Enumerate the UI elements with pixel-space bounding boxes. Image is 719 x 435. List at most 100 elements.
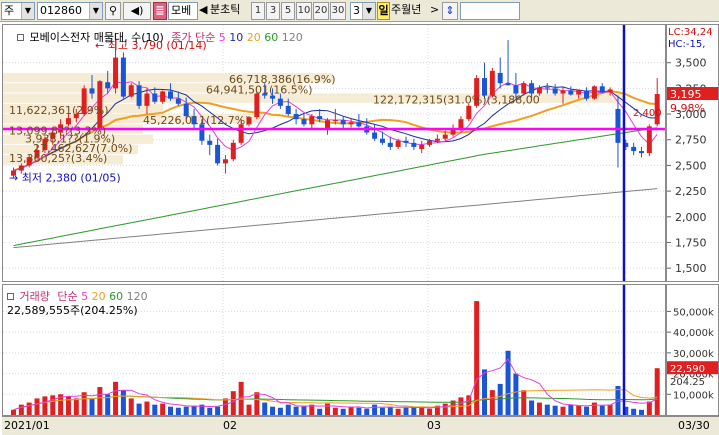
candle-body	[521, 83, 527, 94]
volume-tick-label: 10,000k	[673, 390, 714, 401]
volume-profile-label: 13,360,25?(3.4%)	[9, 152, 107, 165]
volume-bar	[364, 408, 370, 415]
checkmark-badge[interactable]: ≣	[153, 2, 167, 20]
interval-3[interactable]: 3	[266, 2, 280, 20]
chevron-down-icon[interactable]: ▼	[89, 3, 102, 19]
volume-bar	[356, 407, 362, 415]
interval-30[interactable]: 30	[330, 2, 346, 20]
interval-10[interactable]: 10	[296, 2, 312, 20]
price-axis[interactable]: 3,5003,2503,0002,7502,5002,2502,0001,750…	[667, 25, 718, 281]
candle-body	[607, 89, 613, 93]
volume-bar	[11, 409, 16, 415]
speaker-button[interactable]: ◀)	[123, 2, 151, 20]
volume-bar	[277, 407, 283, 415]
volume-bar	[482, 369, 487, 415]
period-group: 분초틱	[210, 2, 240, 20]
candle-body	[599, 86, 605, 93]
date-axis-bar[interactable]: 2021/01 02 03 03/30	[2, 416, 719, 435]
period-month-button[interactable]: 월	[401, 3, 411, 16]
chevron-down-icon[interactable]: ▼	[362, 3, 375, 19]
date-label-jan: 2021/01	[4, 419, 50, 432]
candle-body	[293, 114, 299, 120]
stock-code-value: 012860	[40, 4, 82, 17]
candle-body	[513, 85, 519, 94]
volume-bar	[646, 401, 652, 415]
volume-bar	[427, 408, 433, 415]
volume-bar	[262, 402, 268, 415]
candle-body	[207, 140, 213, 145]
candle-body	[584, 90, 590, 99]
candle-body	[442, 134, 448, 139]
legend-title: 모베이스전자 매물대, 수(10)	[29, 31, 164, 44]
volume-bar	[254, 392, 260, 415]
interval-select[interactable]: 3 ▼	[350, 2, 376, 20]
volume-bar	[576, 405, 582, 415]
volume-axis-panel[interactable]: 50,000k 40,000k 30,000k 20,000k 10,000k 22,59…	[666, 284, 719, 416]
search-button[interactable]: ⚲	[105, 2, 121, 20]
volume-bar	[136, 403, 142, 415]
period-minute[interactable]: 분	[210, 3, 220, 16]
period-tick[interactable]: 틱	[230, 3, 240, 16]
interval-1[interactable]: 1	[251, 2, 265, 20]
volume-bar	[529, 400, 535, 415]
date-label-mar: 03	[427, 419, 441, 432]
stock-name-field[interactable]: 모베	[168, 2, 198, 20]
candle-body	[168, 91, 173, 99]
price-tick-label: 1,500	[675, 262, 707, 275]
volume-chart-panel[interactable]: 거래량 단순 5 20 60 120 22,589,555주(204.25%)	[2, 284, 666, 416]
nav-left-button[interactable]: ◀	[199, 2, 209, 20]
candle-body	[128, 85, 134, 97]
volume-bar	[591, 402, 597, 415]
candle-body	[544, 87, 550, 89]
price-axis-panel[interactable]: 3,5003,2503,0002,7502,5002,2502,0001,750…	[666, 24, 719, 282]
price-tick-label: 3,500	[675, 57, 707, 70]
volume-bar	[128, 398, 134, 415]
candle-body	[497, 72, 503, 84]
volume-bar	[599, 405, 605, 415]
candle-body	[317, 116, 323, 120]
lc-label: LC:34,24	[668, 27, 713, 38]
period-second[interactable]: 초	[220, 3, 230, 16]
volume-bar	[607, 404, 613, 415]
ma-20: 20	[246, 31, 261, 44]
ma-5: 5	[218, 31, 226, 44]
current-pct-tag-text: 9.98%	[670, 102, 705, 115]
volume-bar	[419, 407, 425, 415]
candle-body	[489, 70, 495, 96]
market-select[interactable]: 주 ▼	[1, 2, 35, 20]
volume-bar	[442, 403, 448, 415]
interval-5[interactable]: 5	[281, 2, 295, 20]
nav-right-button[interactable]: >	[430, 2, 440, 20]
candle-body	[591, 86, 597, 99]
candle-body	[18, 165, 24, 171]
blank-input[interactable]	[460, 2, 520, 20]
check-icon: ≣	[155, 4, 165, 17]
stock-code-input[interactable]: 012860 ▼	[37, 2, 103, 20]
interval-label: 20	[314, 5, 328, 16]
candle-body	[419, 144, 425, 149]
candle-body	[450, 129, 456, 135]
period-week-button[interactable]: 주	[391, 3, 401, 16]
volume-bar	[379, 407, 385, 415]
price-chart-panel[interactable]: 66,718,386(16.9%) 64,941,501(16.5%) 122,17…	[2, 24, 666, 282]
volume-bar	[160, 403, 166, 415]
price-chart[interactable]: 66,718,386(16.9%)64,941,501(16.5%)122,17…	[3, 25, 665, 281]
period-year-button[interactable]: 년	[411, 3, 421, 16]
period-day-label: 일	[378, 4, 389, 17]
candle-body	[348, 122, 354, 125]
volume-bar	[654, 368, 660, 415]
period-day-button[interactable]: 일	[377, 2, 390, 20]
legend-box-icon	[17, 34, 24, 41]
price-tick-label: 1,750	[675, 236, 707, 249]
volume-bar	[340, 408, 346, 415]
volume-axis[interactable]: 50,000k40,000k30,000k20,000k10,000k22,59…	[667, 285, 718, 415]
sync-button[interactable]: ⇕	[442, 2, 458, 20]
market-label: 주	[4, 4, 15, 17]
interval-20[interactable]: 20	[313, 2, 329, 20]
candle-body	[222, 159, 228, 164]
chevron-down-icon[interactable]: ▼	[21, 3, 34, 19]
volume-bar	[175, 407, 181, 415]
candle-body	[356, 122, 362, 127]
candle-body	[105, 82, 111, 89]
volume-bar	[89, 398, 95, 415]
